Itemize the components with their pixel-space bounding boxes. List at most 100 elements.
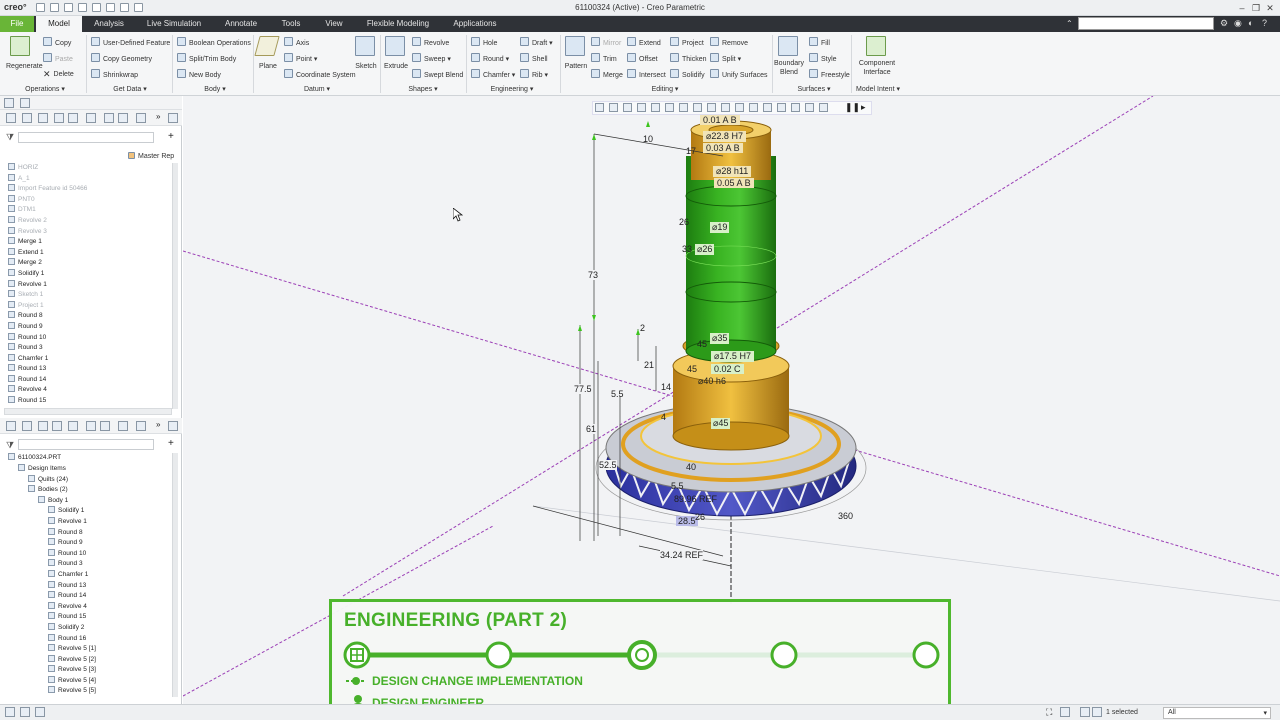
tree-item[interactable]: Round 9 (8, 538, 172, 549)
component-interface-button[interactable]: Component Interface (856, 36, 898, 77)
dim-value[interactable]: 2 (640, 323, 645, 333)
refresh-icon[interactable] (86, 113, 96, 123)
dim-diameter[interactable]: ⌀17.5 H7 (711, 351, 754, 362)
project-button[interactable]: Project (670, 37, 704, 47)
plane-button[interactable]: Plane (253, 36, 280, 70)
tree-item[interactable]: Design Items (8, 464, 172, 475)
model-tree-search-input[interactable] (18, 439, 154, 450)
settings-icon[interactable] (22, 113, 32, 123)
tree-item[interactable]: Chamfer 1 (8, 569, 172, 581)
filter-select[interactable]: All ▾ (1163, 707, 1271, 719)
boolean-operations-button[interactable]: Boolean Operations (177, 37, 251, 47)
dim-value[interactable]: 33 (682, 244, 692, 254)
datum-display-icon[interactable] (721, 103, 730, 112)
round-button[interactable]: Round ▾ (471, 53, 509, 63)
selection-buffer-icon[interactable] (1092, 707, 1102, 717)
pin-icon[interactable] (168, 421, 178, 431)
shrinkwrap-button[interactable]: Shrinkwrap (91, 69, 138, 79)
dim-value[interactable]: 17 (686, 146, 696, 156)
note-icon[interactable] (819, 103, 828, 112)
gtol-label[interactable]: 0.02 C (711, 364, 744, 374)
layer-search-input[interactable] (18, 132, 154, 143)
new-body-button[interactable]: New Body (177, 69, 221, 79)
split-trim-body-button[interactable]: Split/Trim Body (177, 53, 236, 63)
tab-applications[interactable]: Applications (442, 16, 508, 32)
point-button[interactable]: Point ▾ (284, 53, 317, 63)
tree-item[interactable]: Round 8 (8, 527, 172, 539)
remove-button[interactable]: Remove (710, 37, 748, 47)
extrude-button[interactable]: Extrude (383, 36, 409, 70)
dim-value[interactable]: 45 (697, 339, 707, 349)
dim-value[interactable]: 5.5 (611, 389, 624, 399)
orient-icon[interactable] (791, 103, 800, 112)
regen-status-icon[interactable] (1060, 707, 1070, 717)
trim-button[interactable]: Trim (591, 53, 617, 63)
dim-value[interactable]: 360 (838, 511, 853, 521)
shell-button[interactable]: Shell (520, 53, 548, 63)
show-icon[interactable] (38, 421, 48, 431)
model-tree-scrollbar[interactable] (172, 453, 178, 697)
dim-value[interactable]: 61 (586, 424, 597, 434)
columns-icon[interactable] (52, 421, 62, 431)
layer-item[interactable]: Round 3 (8, 343, 172, 354)
merge-button[interactable]: Merge (591, 69, 623, 79)
display-style-icon[interactable] (665, 103, 674, 112)
dim-value[interactable]: 14 (661, 382, 671, 392)
group-get-data[interactable]: Get Data ▾ (100, 85, 160, 93)
more-icon[interactable]: » (156, 112, 160, 121)
tab-file[interactable]: File (0, 16, 34, 32)
extend-button[interactable]: Extend (627, 37, 661, 47)
fill-button[interactable]: Fill (809, 37, 830, 47)
filter-icon[interactable]: ⧩ (6, 132, 14, 143)
delete-button[interactable]: ✕ Delete (43, 69, 74, 79)
add-icon[interactable]: + (168, 438, 174, 449)
layout-icon[interactable] (136, 421, 146, 431)
udf-button[interactable]: User-Defined Feature (91, 37, 170, 47)
pause-icon[interactable]: ❚❚ (845, 102, 860, 113)
group-operations[interactable]: Operations ▾ (10, 85, 80, 93)
thicken-button[interactable]: Thicken (670, 53, 707, 63)
table-icon[interactable] (68, 421, 78, 431)
group-engineering[interactable]: Engineering ▾ (482, 85, 542, 93)
dim-value[interactable]: 34.24 REF (660, 550, 704, 560)
layer-item[interactable]: DTM1 (8, 205, 172, 216)
group-datum[interactable]: Datum ▾ (290, 85, 344, 93)
dim-value[interactable]: 89.96 REF (674, 494, 717, 504)
refit-icon[interactable] (595, 103, 604, 112)
dim-value[interactable]: 4 (661, 412, 666, 422)
layer-item[interactable]: Round 8 (8, 311, 172, 322)
dim-diameter[interactable]: ⌀19 (710, 222, 730, 233)
layer-item[interactable]: Extend 1 (8, 247, 172, 259)
tree-item[interactable]: Body 1 (8, 495, 172, 507)
dim-value[interactable]: 10 (643, 134, 653, 144)
settings-icon[interactable]: ⚙ (1220, 18, 1228, 29)
layer-item[interactable]: Revolve 4 (8, 385, 172, 396)
layer-item[interactable]: Chamfer 1 (8, 353, 172, 365)
layer-item[interactable]: Round 13 (8, 364, 172, 375)
tab-flexible-modeling[interactable]: Flexible Modeling (356, 16, 440, 32)
smart-select-icon[interactable]: ⛶ (1046, 707, 1052, 718)
dim-value[interactable]: 40 (686, 462, 696, 472)
layer-item[interactable]: Project 1 (8, 300, 172, 312)
help-menu-icon[interactable]: ? (1262, 18, 1267, 28)
filter-icon[interactable]: ⧩ (6, 440, 14, 451)
dim-diameter[interactable]: ⌀45 (711, 418, 731, 429)
gtol-label[interactable]: 0.01 A B (700, 115, 740, 125)
tree-item[interactable]: Round 15 (8, 612, 172, 623)
show-icon[interactable] (38, 113, 48, 123)
layer-scrollbar[interactable] (172, 163, 178, 409)
dim-value[interactable]: 5.5 (671, 481, 684, 491)
info-icon[interactable]: ◐ (1248, 18, 1253, 28)
layer-item[interactable]: HORIZ (8, 163, 172, 174)
close-icon[interactable]: ✕ (1264, 2, 1276, 14)
tree-item[interactable]: Round 10 (8, 548, 172, 560)
saved-views-icon[interactable] (679, 103, 688, 112)
tree-item[interactable]: Revolve 1 (8, 516, 172, 528)
columns-icon[interactable] (54, 113, 64, 123)
full-screen-icon[interactable] (35, 707, 45, 717)
tree-filter-icon[interactable] (104, 113, 114, 123)
layer-item[interactable]: Import Feature id 50466 (8, 184, 172, 195)
layer-item[interactable]: Round 9 (8, 321, 172, 333)
group-editing[interactable]: Editing ▾ (640, 85, 690, 93)
master-rep-label[interactable]: Master Rep (128, 152, 174, 160)
